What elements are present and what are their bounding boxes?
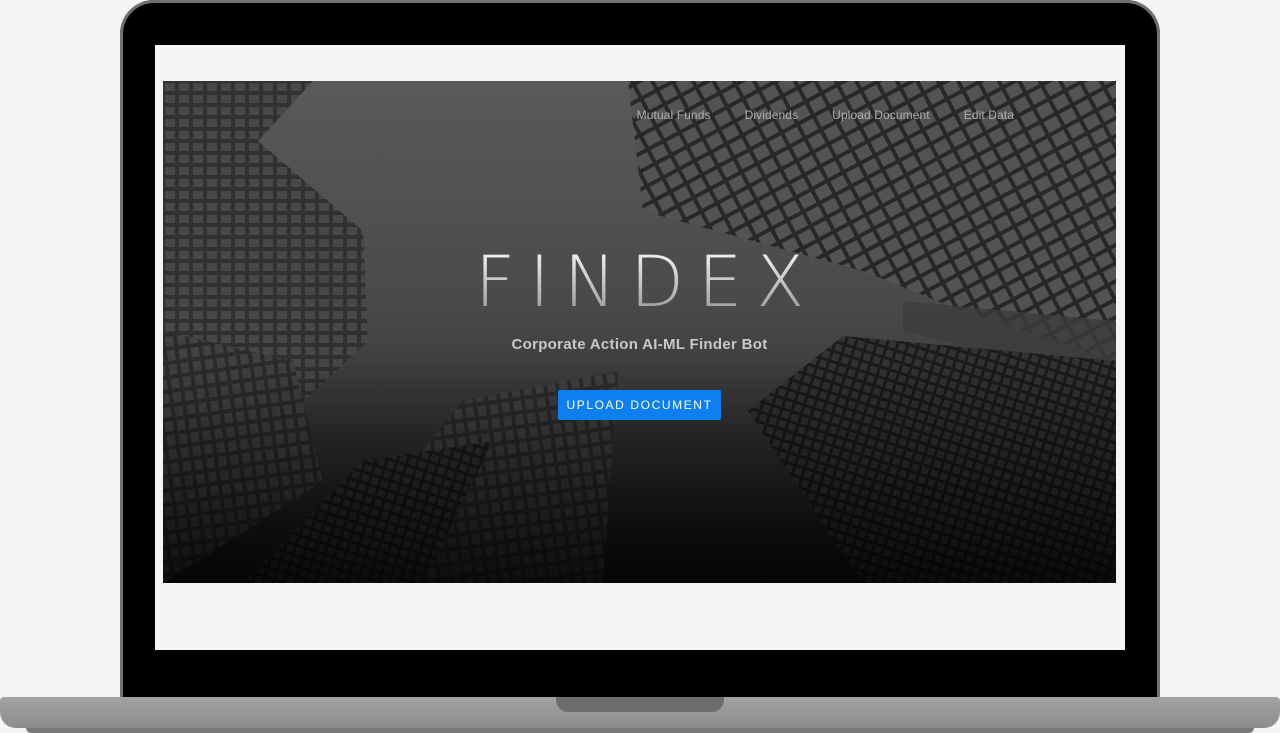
upload-document-button[interactable]: UPLOAD DOCUMENT [558, 390, 721, 420]
nav-link-edit-data[interactable]: Edit Data [964, 108, 1014, 122]
hero-section: Mutual Funds Dividends Upload Document E… [163, 81, 1116, 583]
top-navigation: Mutual Funds Dividends Upload Document E… [637, 108, 1014, 122]
nav-link-dividends[interactable]: Dividends [745, 108, 799, 122]
nav-link-upload-document[interactable]: Upload Document [832, 108, 930, 122]
laptop-screen: Mutual Funds Dividends Upload Document E… [155, 45, 1125, 650]
laptop-foot [26, 728, 1254, 733]
laptop-notch [556, 697, 724, 712]
nav-link-mutual-funds[interactable]: Mutual Funds [637, 108, 711, 122]
brand-logo-text: FINDEX [163, 243, 1116, 321]
hero-tagline: Corporate Action AI-ML Finder Bot [511, 336, 768, 353]
skyscraper-background-image [163, 81, 1116, 583]
